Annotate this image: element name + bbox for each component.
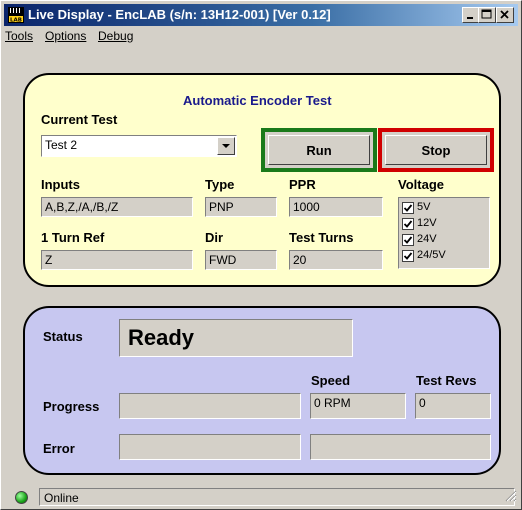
turn-ref-field: Z [41,250,193,270]
speed-field: 0 RPM [310,393,406,419]
current-test-value: Test 2 [45,138,78,152]
inputs-label: Inputs [41,177,80,192]
test-revs-field: 0 [415,393,491,419]
voltage-checkbox-group: 5V 12V 24V 24/5V [398,197,490,269]
test-panel-heading: Automatic Encoder Test [183,93,332,108]
test-revs-label: Test Revs [416,373,477,388]
dir-label: Dir [205,230,224,245]
checkbox-24v-label: 24V [417,233,437,245]
menu-options[interactable]: Options [45,29,86,43]
ppr-field: 1000 [289,197,383,217]
stop-button-label: Stop [385,135,487,165]
test-turns-field: 20 [289,250,383,270]
menu-debug-label: Debug [98,29,134,43]
status-display: Ready [119,319,353,357]
window-title: Live Display - EncLAB (s/n: 13H12-001) [… [28,7,331,22]
close-button[interactable] [496,7,514,23]
checkbox-24v-box[interactable] [402,234,414,246]
checkbox-12v-box[interactable] [402,218,414,230]
type-field: PNP [205,197,277,217]
current-test-label: Current Test [41,112,118,127]
online-led-icon [15,491,28,504]
checkbox-12v-label: 12V [417,217,437,229]
status-bar: Online [3,487,519,507]
checkbox-24-5v-label: 24/5V [417,249,446,261]
chevron-down-icon[interactable] [217,137,235,155]
resize-grip-icon[interactable] [505,490,517,505]
svg-text:LAB: LAB [10,18,22,24]
status-bar-text: Online [44,491,79,505]
dir-field: FWD [205,250,277,270]
error-detail-field [310,434,491,460]
progress-label: Progress [43,399,100,414]
menu-debug[interactable]: Debug [98,29,133,43]
checkbox-5v-box[interactable] [402,202,414,214]
progress-bar [119,393,301,419]
turn-ref-label: 1 Turn Ref [41,230,105,245]
status-bar-pane: Online [39,488,515,506]
menu-tools[interactable]: Tools [5,29,33,43]
menu-options-label: Options [45,29,87,43]
checkbox-24-5v-box[interactable] [402,250,414,262]
type-label: Type [205,177,235,192]
lab-icon: LAB [8,7,24,24]
title-bar[interactable]: LAB Live Display - EncLAB (s/n: 13H12-00… [4,4,518,26]
speed-label: Speed [311,373,351,388]
status-label: Status [43,329,83,344]
run-button-label: Run [268,135,370,165]
error-label: Error [43,441,75,456]
run-button[interactable]: Run [261,128,377,172]
ppr-label: PPR [289,177,316,192]
error-field [119,434,301,460]
menu-tools-label: Tools [5,29,34,43]
voltage-label: Voltage [398,177,444,192]
stop-button[interactable]: Stop [378,128,494,172]
app-window: LAB Live Display - EncLAB (s/n: 13H12-00… [0,0,522,510]
checkbox-5v-label: 5V [417,201,431,213]
current-test-select[interactable]: Test 2 [41,135,237,157]
maximize-button[interactable] [478,7,496,23]
test-turns-label: Test Turns [289,230,354,245]
inputs-field: A,B,Z,/A,/B,/Z [41,197,193,217]
